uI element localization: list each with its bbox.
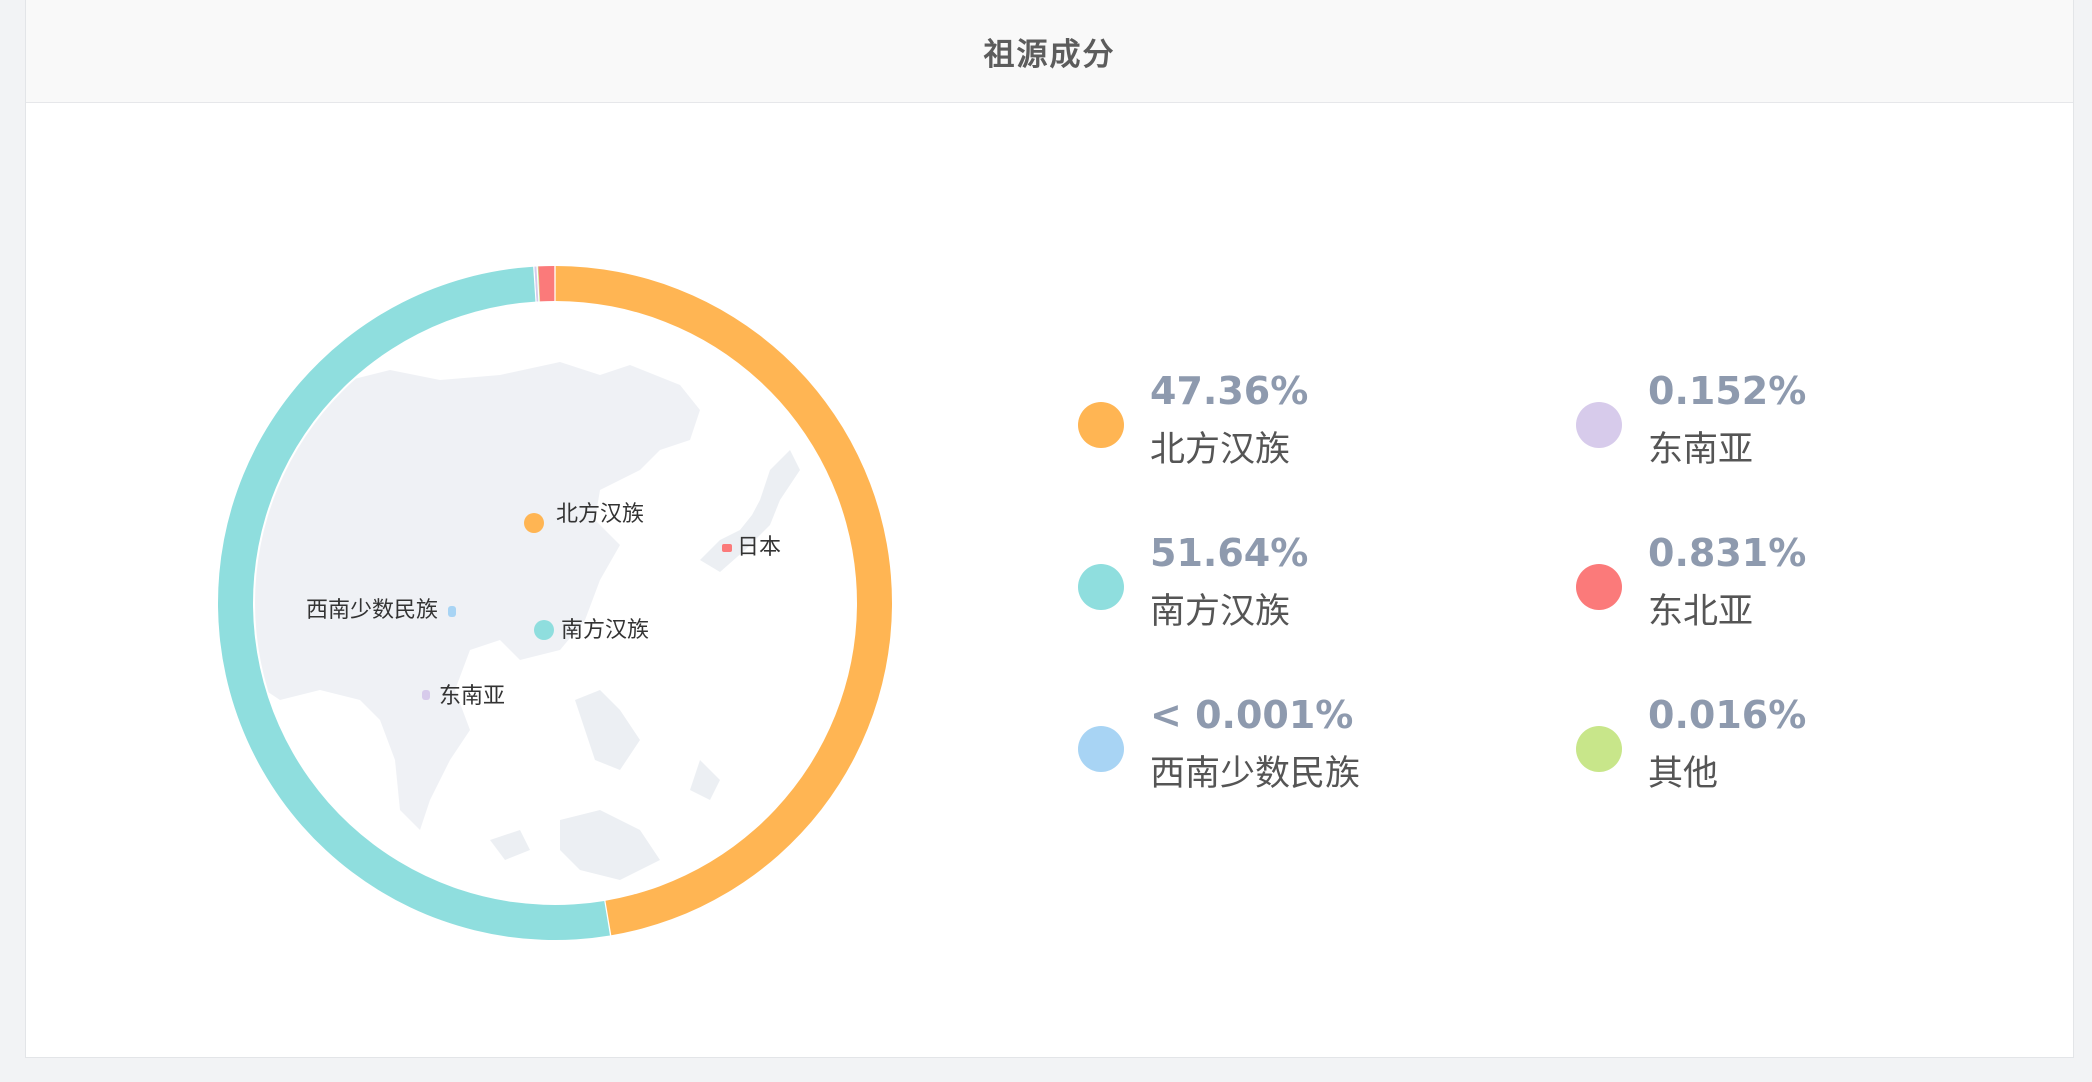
marker-label-south-han: 南方汉族 xyxy=(561,618,649,643)
legend-percentage: 0.831% xyxy=(1648,531,1807,575)
legend-label: 东南亚 xyxy=(1648,430,1754,470)
legend-item[interactable]: 47.36% 北方汉族 xyxy=(1078,369,1498,489)
legend-swatch xyxy=(1078,402,1124,448)
legend-label: 其他 xyxy=(1648,754,1719,794)
marker-label-southwest-minority: 西南少数民族 xyxy=(306,598,438,623)
legend-label: 东北亚 xyxy=(1648,592,1754,632)
legend-item[interactable]: 51.64% 南方汉族 xyxy=(1078,531,1498,651)
donut-slice-东北亚[interactable] xyxy=(538,266,555,302)
legend-swatch xyxy=(1576,402,1622,448)
marker-japan xyxy=(722,544,732,552)
marker-south-han xyxy=(534,620,554,640)
legend-label: 西南少数民族 xyxy=(1150,754,1361,794)
marker-southwest-minority xyxy=(448,606,456,617)
legend-item[interactable]: 0.152% 东南亚 xyxy=(1576,369,1996,489)
legend-label: 南方汉族 xyxy=(1150,592,1291,632)
legend-swatch xyxy=(1078,564,1124,610)
legend-item[interactable]: 0.831% 东北亚 xyxy=(1576,531,1996,651)
marker-label-southeast-asia: 东南亚 xyxy=(439,684,505,709)
legend-percentage: 51.64% xyxy=(1150,531,1309,575)
legend-item[interactable]: < 0.001% 西南少数民族 xyxy=(1078,693,1498,813)
legend-percentage: 0.016% xyxy=(1648,693,1807,737)
legend-swatch xyxy=(1576,564,1622,610)
marker-label-north-han: 北方汉族 xyxy=(556,502,644,527)
marker-southeast-asia xyxy=(422,690,430,700)
legend-percentage: < 0.001% xyxy=(1150,693,1354,737)
marker-north-han xyxy=(524,513,544,533)
legend-percentage: 0.152% xyxy=(1648,369,1807,413)
donut-slice-东南亚[interactable] xyxy=(534,266,539,302)
marker-label-japan: 日本 xyxy=(737,535,781,560)
legend-swatch xyxy=(1078,726,1124,772)
legend-swatch xyxy=(1576,726,1622,772)
legend-item[interactable]: 0.016% 其他 xyxy=(1576,693,1996,813)
legend-percentage: 47.36% xyxy=(1150,369,1309,413)
legend-label: 北方汉族 xyxy=(1150,430,1291,470)
